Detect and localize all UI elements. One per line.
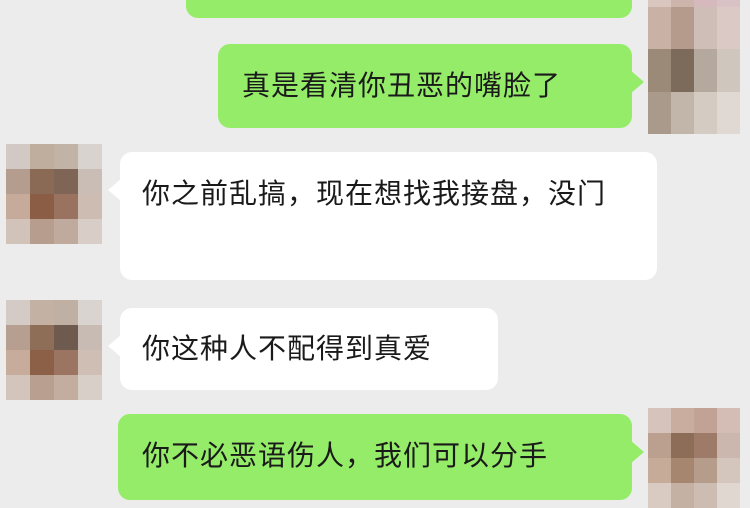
contact-avatar[interactable] bbox=[6, 300, 102, 400]
self-avatar[interactable] bbox=[648, 0, 740, 134]
message-bubble-self-partial[interactable] bbox=[186, 0, 632, 18]
message-bubble-self[interactable]: 你不必恶语伤人，我们可以分手 bbox=[118, 414, 644, 500]
message-text: 真是看清你丑恶的嘴脸了 bbox=[242, 69, 562, 102]
chat-conversation: 真是看清你丑恶的嘴脸了 你之前乱搞，现在想找我接盘，没门 你这种人不配得到真爱 … bbox=[0, 0, 750, 508]
message-bubble-self[interactable]: 真是看清你丑恶的嘴脸了 bbox=[218, 44, 644, 128]
contact-avatar[interactable] bbox=[6, 144, 102, 244]
message-text: 你这种人不配得到真爱 bbox=[142, 332, 433, 365]
message-text: 你不必恶语伤人，我们可以分手 bbox=[142, 439, 549, 472]
self-avatar[interactable] bbox=[648, 408, 740, 508]
message-text: 你之前乱搞，现在想找我接盘，没门 bbox=[142, 177, 607, 210]
message-bubble-other[interactable]: 你这种人不配得到真爱 bbox=[108, 308, 498, 390]
message-bubble-other[interactable]: 你之前乱搞，现在想找我接盘，没门 bbox=[108, 152, 657, 280]
